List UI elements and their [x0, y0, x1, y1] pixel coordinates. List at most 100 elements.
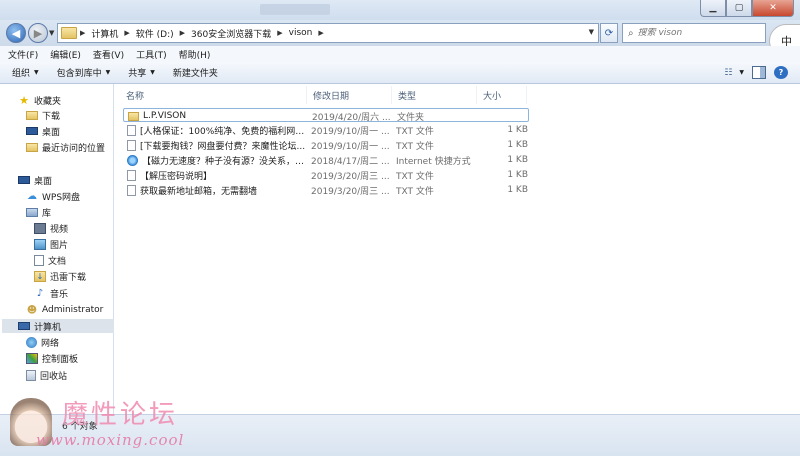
new-folder-button[interactable]: 新建文件夹 — [173, 66, 218, 79]
file-row[interactable]: 获取最新地址邮箱，无需翻墙 2019/3/20/周三 ... TXT 文件 1 … — [123, 183, 529, 197]
chevron-right-icon[interactable]: ▶ — [315, 29, 326, 37]
network-icon — [26, 336, 37, 348]
nav-administrator[interactable]: ☻ Administrator — [26, 303, 104, 317]
search-input[interactable] — [637, 28, 748, 38]
nav-recent-places[interactable]: 最近访问的位置 — [26, 140, 105, 154]
file-row[interactable]: L.P.VISON 2019/4/20/周六 ... 文件夹 — [123, 108, 529, 123]
file-date: 2019/4/20/周六 ... — [312, 112, 391, 123]
file-row[interactable]: [人格保证：100%纯净、免费的福利网站... 2019/9/10/周一 ...… — [123, 123, 529, 137]
include-library-label: 包含到库中 — [56, 69, 102, 79]
file-row[interactable]: [下载要掏钱？网盘要付费？来魔性论坛... 2019/9/10/周一 ... T… — [123, 138, 529, 152]
chevron-right-icon[interactable]: ▶ — [274, 29, 285, 37]
nav-desktop-favorite[interactable]: 桌面 — [26, 124, 60, 138]
maximize-button[interactable]: ▢ — [726, 0, 752, 17]
nav-label: 桌面 — [42, 127, 61, 138]
chevron-right-icon[interactable]: ▶ — [77, 29, 88, 37]
file-row[interactable]: 【解压密码说明】 2019/3/20/周三 ... TXT 文件 1 KB — [123, 168, 529, 182]
breadcrumb-downloads-folder[interactable]: 360安全浏览器下载 — [188, 27, 274, 40]
text-file-icon — [127, 169, 136, 181]
nav-videos[interactable]: 视频 — [34, 221, 68, 235]
nav-label: 桌面 — [34, 176, 53, 187]
minimize-button[interactable]: ▁ — [700, 0, 726, 17]
nav-music[interactable]: ♪ 音乐 — [34, 286, 68, 300]
document-icon — [34, 254, 44, 266]
file-size: 1 KB — [507, 155, 528, 165]
file-list: 名称 修改日期 类型 大小 L.P.VISON 2019/4/20/周六 ...… — [115, 84, 800, 414]
column-header-date[interactable]: 修改日期 — [307, 86, 392, 104]
recent-pages-dropdown[interactable]: ▼ — [49, 29, 54, 37]
menu-file[interactable]: 文件(F) — [8, 48, 38, 61]
include-in-library-button[interactable]: 包含到库中 ▼ — [57, 66, 111, 79]
nav-wps-cloud[interactable]: ☁ WPS网盘 — [26, 189, 80, 203]
organize-button[interactable]: 组织 ▼ — [12, 66, 39, 79]
nav-downloads[interactable]: 下载 — [26, 108, 60, 122]
file-name: 获取最新地址邮箱，无需翻墙 — [140, 186, 258, 197]
chevron-right-icon[interactable]: ▶ — [177, 29, 188, 37]
breadcrumb-computer[interactable]: 计算机 — [88, 27, 121, 40]
user-folder-icon: ☻ — [26, 304, 38, 316]
nav-favorites[interactable]: ★ 收藏夹 — [18, 93, 61, 107]
column-header-type[interactable]: 类型 — [392, 86, 477, 104]
command-bar: 组织 ▼ 包含到库中 ▼ 共享 ▼ 新建文件夹 ☷ ▼ ? — [0, 62, 800, 84]
file-size: 1 KB — [507, 125, 528, 135]
nav-thunder-downloads[interactable]: ↓ 迅雷下载 — [34, 269, 86, 283]
file-size: 1 KB — [507, 140, 528, 150]
chevron-right-icon[interactable]: ▶ — [121, 29, 132, 37]
cloud-icon: ☁ — [27, 190, 37, 202]
column-header-name[interactable]: 名称 — [120, 86, 307, 104]
nav-computer[interactable]: 计算机 — [2, 319, 114, 333]
nav-recycle-bin[interactable]: 回收站 — [26, 368, 67, 382]
file-date: 2019/9/10/周一 ... — [311, 126, 390, 137]
menu-bar: 文件(F) 编辑(E) 查看(V) 工具(T) 帮助(H) — [0, 46, 800, 62]
menu-help[interactable]: 帮助(H) — [179, 48, 211, 61]
menu-tools[interactable]: 工具(T) — [136, 48, 167, 61]
file-type: TXT 文件 — [396, 141, 434, 152]
nav-label: 文档 — [48, 256, 67, 267]
site-watermark: 魔性论坛 www.moxing.cool — [10, 392, 210, 456]
file-type: Internet 快捷方式 — [396, 156, 471, 167]
file-type: TXT 文件 — [396, 186, 434, 197]
nav-libraries[interactable]: 库 — [26, 205, 51, 219]
refresh-button[interactable]: ⟳ — [600, 23, 618, 43]
column-header-size[interactable]: 大小 — [477, 86, 527, 104]
forward-button[interactable]: ▶ — [28, 23, 48, 43]
file-name: 【磁力无速度？种子没有源？没关系，来... — [142, 156, 311, 167]
nav-label: 回收站 — [40, 371, 68, 382]
nav-label: 网络 — [41, 338, 60, 349]
file-type: TXT 文件 — [396, 171, 434, 182]
file-date: 2019/3/20/周三 ... — [311, 171, 390, 182]
menu-edit[interactable]: 编辑(E) — [50, 48, 81, 61]
nav-network[interactable]: 网络 — [26, 335, 59, 349]
nav-desktop[interactable]: 桌面 — [18, 173, 52, 187]
file-row[interactable]: 【磁力无速度？种子没有源？没关系，来... 2018/4/17/周二 ... I… — [123, 153, 529, 167]
nav-label: 下载 — [42, 111, 61, 122]
file-date: 2019/3/20/周三 ... — [311, 186, 390, 197]
file-name: L.P.VISON — [143, 111, 187, 121]
view-controls: ☷ ▼ ? — [713, 66, 788, 79]
breadcrumb-drive-d[interactable]: 软件 (D:) — [133, 27, 177, 40]
caret-down-icon: ▼ — [150, 69, 155, 76]
breadcrumb-vison[interactable]: vison — [286, 28, 316, 38]
address-bar[interactable]: ▶ 计算机 ▶ 软件 (D:) ▶ 360安全浏览器下载 ▶ vison ▶ ▼ — [57, 23, 599, 43]
preview-pane-icon[interactable] — [752, 66, 766, 79]
nav-label: 收藏夹 — [34, 96, 62, 107]
share-button[interactable]: 共享 ▼ — [128, 66, 155, 79]
nav-control-panel[interactable]: 控制面板 — [26, 351, 78, 365]
organize-label: 组织 — [12, 69, 31, 79]
file-name: [下载要掏钱？网盘要付费？来魔性论坛... — [140, 141, 306, 152]
search-box[interactable]: ⌕ — [622, 23, 766, 43]
file-size: 1 KB — [507, 185, 528, 195]
close-button[interactable]: ✕ — [752, 0, 794, 17]
menu-view[interactable]: 查看(V) — [93, 48, 124, 61]
back-button[interactable]: ◀ — [6, 23, 26, 43]
help-icon[interactable]: ? — [774, 66, 788, 79]
computer-icon — [18, 322, 30, 330]
address-history-dropdown[interactable]: ▼ — [589, 28, 594, 36]
nav-documents[interactable]: 文档 — [34, 253, 66, 267]
file-name-cell: 【磁力无速度？种子没有源？没关系，来... — [127, 153, 311, 167]
caret-down-icon[interactable]: ▼ — [739, 69, 744, 76]
nav-label: 图片 — [50, 240, 69, 251]
explorer-window: ▁ ▢ ✕ ◀ ▶ ▼ ▶ 计算机 ▶ 软件 (D:) ▶ 360安全浏览器下载… — [0, 0, 800, 456]
nav-pictures[interactable]: 图片 — [34, 237, 68, 251]
view-options-icon[interactable]: ☷ — [721, 66, 735, 79]
